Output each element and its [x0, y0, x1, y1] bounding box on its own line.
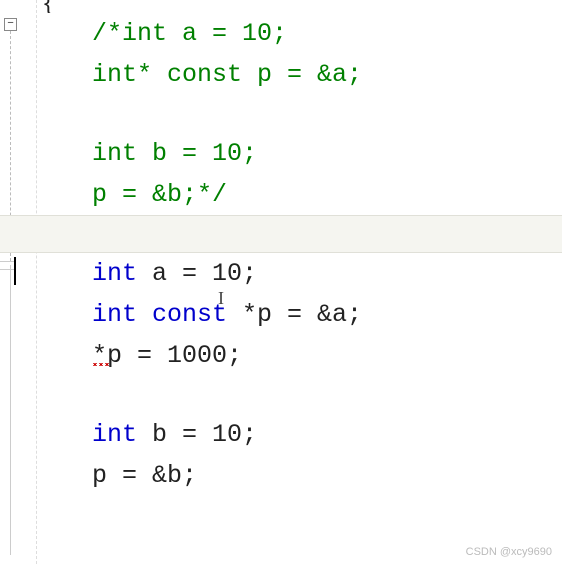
code-text: = 1000; [122, 341, 242, 370]
code-line[interactable]: int a = 10; [0, 253, 562, 294]
keyword: int [92, 420, 137, 449]
keyword: const [137, 300, 227, 329]
code-line[interactable] [0, 376, 562, 414]
comment-text: int b = 10; [92, 139, 257, 168]
active-code-line[interactable] [0, 215, 562, 253]
code-line[interactable]: /*int a = 10; [0, 13, 562, 54]
code-line[interactable]: p = &b; [0, 455, 562, 496]
code-text: a = 10; [137, 259, 257, 288]
code-line[interactable]: int const *p = &a; [0, 294, 562, 335]
comment-text: p = &b;*/ [92, 180, 227, 209]
code-text: p = &b; [92, 461, 197, 490]
code-line[interactable]: int* const p = &a; [0, 54, 562, 95]
keyword: int [92, 300, 137, 329]
code-text: b = 10; [137, 420, 257, 449]
code-line[interactable]: *p = 1000; [0, 335, 562, 376]
code-area[interactable]: { /*int a = 10; int* const p = &a; int b… [0, 0, 562, 496]
code-line[interactable]: int b = 10; [0, 414, 562, 455]
code-line-brace[interactable]: { [0, 0, 562, 13]
brace-char: { [42, 0, 55, 13]
comment-text: int* const p = &a; [92, 60, 362, 89]
text-caret [14, 257, 16, 285]
code-editor[interactable]: − { /*int a = 10; int* const p = &a; int… [0, 0, 562, 564]
watermark: CSDN @xcy9690 [466, 546, 552, 558]
code-line[interactable] [0, 95, 562, 133]
code-line[interactable]: p = &b;*/ [0, 174, 562, 215]
error-squiggle: * [92, 341, 107, 370]
comment-text: /*int a = 10; [92, 19, 287, 48]
code-line[interactable]: int b = 10; [0, 133, 562, 174]
code-text: *p = &a; [227, 300, 362, 329]
keyword: int [92, 259, 137, 288]
